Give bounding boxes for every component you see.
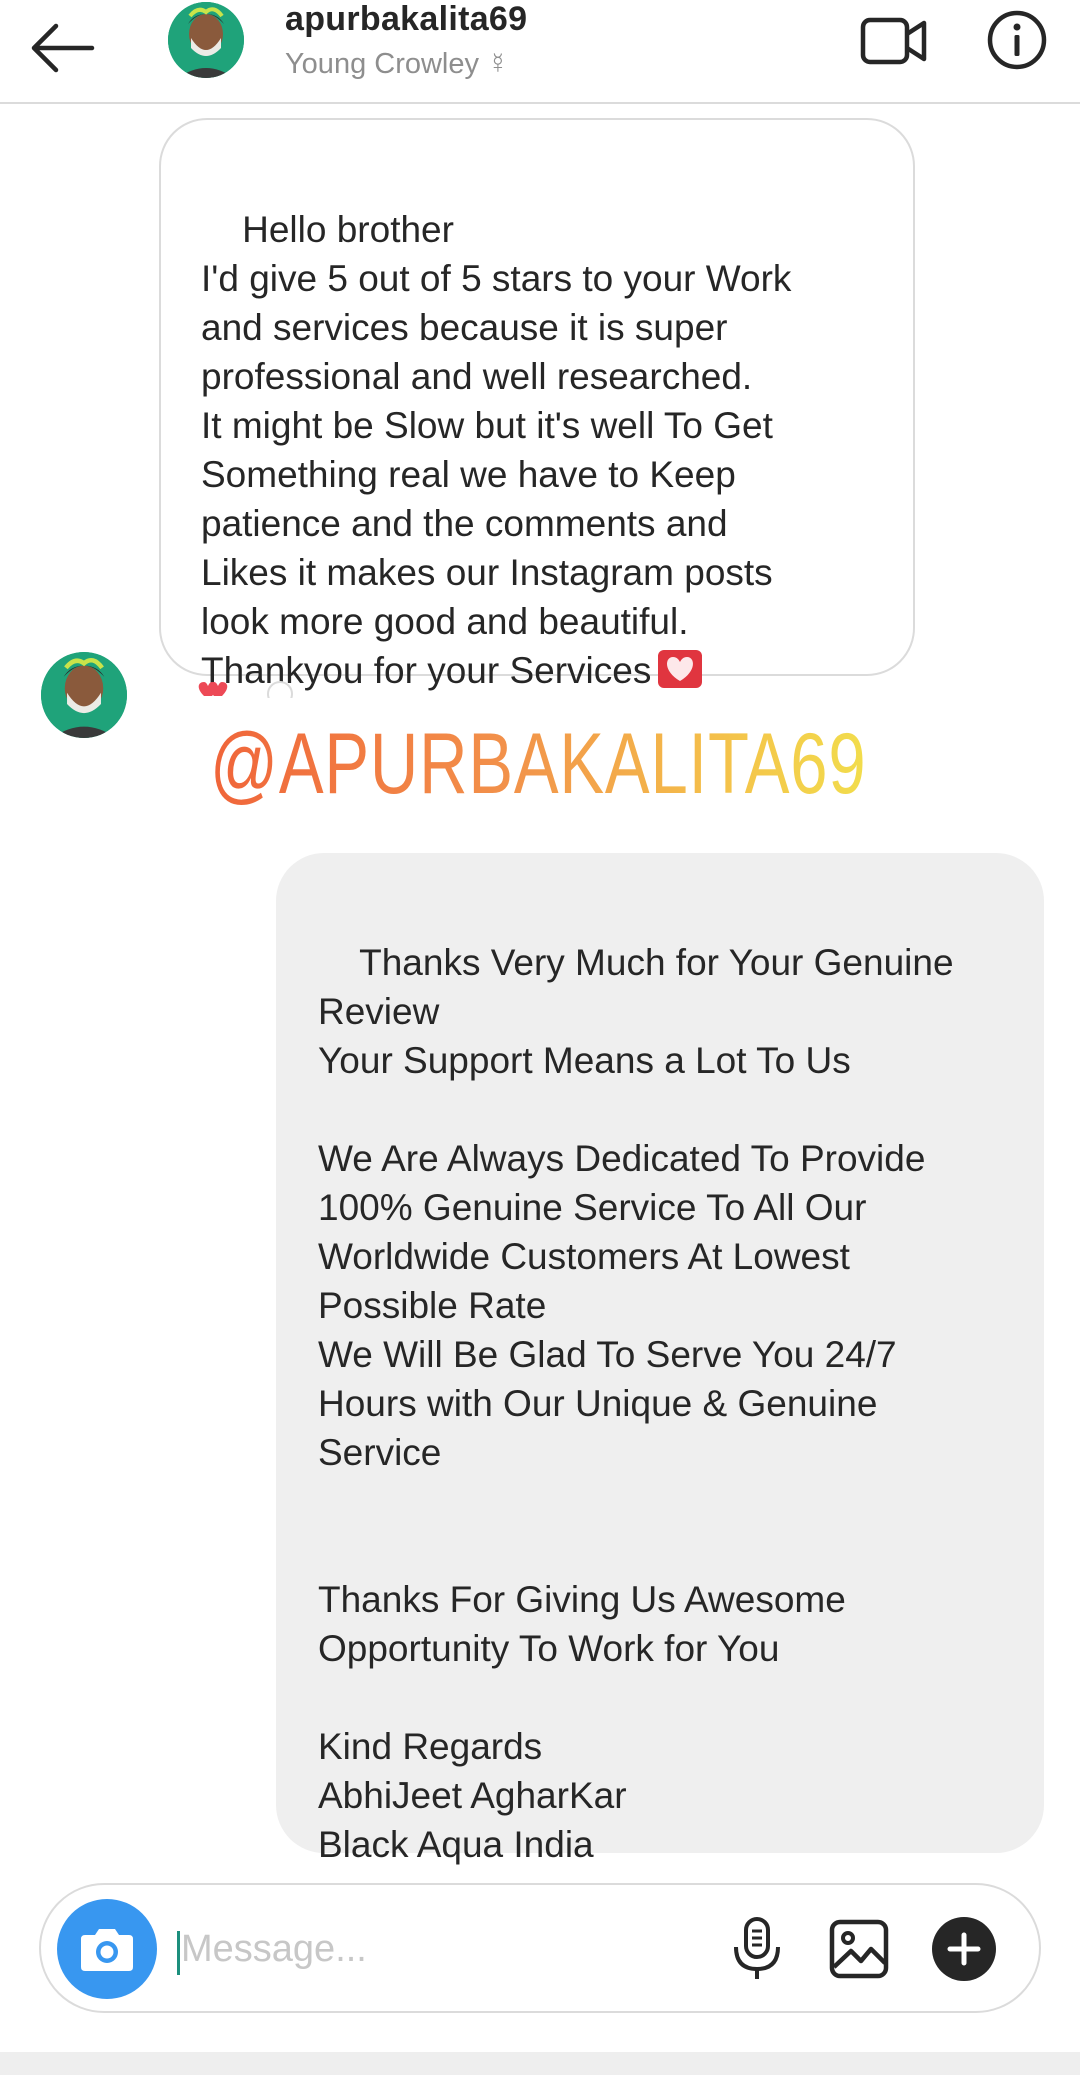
outgoing-message-text: Thanks Very Much for Your Genuine Review… bbox=[318, 942, 954, 1865]
contact-avatar[interactable] bbox=[168, 2, 244, 78]
contact-username[interactable]: apurbakalita69 bbox=[285, 0, 527, 39]
avatar-photo-icon bbox=[168, 2, 244, 78]
video-call-button[interactable] bbox=[858, 10, 930, 72]
dm-thread-screen: apurbakalita69 Young Crowley ☿ Hello bro… bbox=[0, 0, 1080, 2075]
system-nav-bar bbox=[0, 2052, 1080, 2075]
outgoing-message-bubble[interactable]: Thanks Very Much for Your Genuine Review… bbox=[276, 853, 1044, 1865]
back-arrow-icon bbox=[31, 23, 95, 73]
plus-icon bbox=[947, 1932, 981, 1966]
camera-button[interactable] bbox=[57, 1899, 157, 1999]
more-options-button[interactable] bbox=[932, 1917, 996, 1981]
text-caret bbox=[177, 1931, 180, 1975]
back-button[interactable] bbox=[22, 8, 102, 88]
info-icon bbox=[987, 10, 1047, 70]
voice-message-button[interactable] bbox=[727, 1915, 787, 1983]
camera-icon bbox=[81, 1929, 133, 1971]
username-watermark: @APURBAKALITA69 bbox=[210, 716, 867, 812]
message-composer bbox=[39, 1883, 1041, 2013]
incoming-message-bubble[interactable]: Hello brother I'd give 5 out of 5 stars … bbox=[159, 118, 915, 691]
message-reactions[interactable] bbox=[196, 680, 306, 698]
sender-avatar[interactable] bbox=[41, 652, 127, 738]
heart-reaction-icon bbox=[198, 681, 293, 698]
incoming-message-text: Hello brother I'd give 5 out of 5 stars … bbox=[201, 209, 792, 691]
gallery-button[interactable] bbox=[827, 1917, 891, 1981]
message-input[interactable] bbox=[181, 1919, 701, 1979]
avatar-photo-icon bbox=[41, 652, 127, 738]
microphone-icon bbox=[734, 1917, 780, 1979]
info-button[interactable] bbox=[985, 8, 1049, 72]
video-call-icon bbox=[860, 17, 927, 65]
thread-header: apurbakalita69 Young Crowley ☿ bbox=[0, 0, 1080, 104]
contact-display-name: Young Crowley ☿ bbox=[285, 48, 509, 80]
gallery-icon bbox=[829, 1919, 889, 1979]
heart-letter-emoji-icon bbox=[657, 649, 703, 689]
